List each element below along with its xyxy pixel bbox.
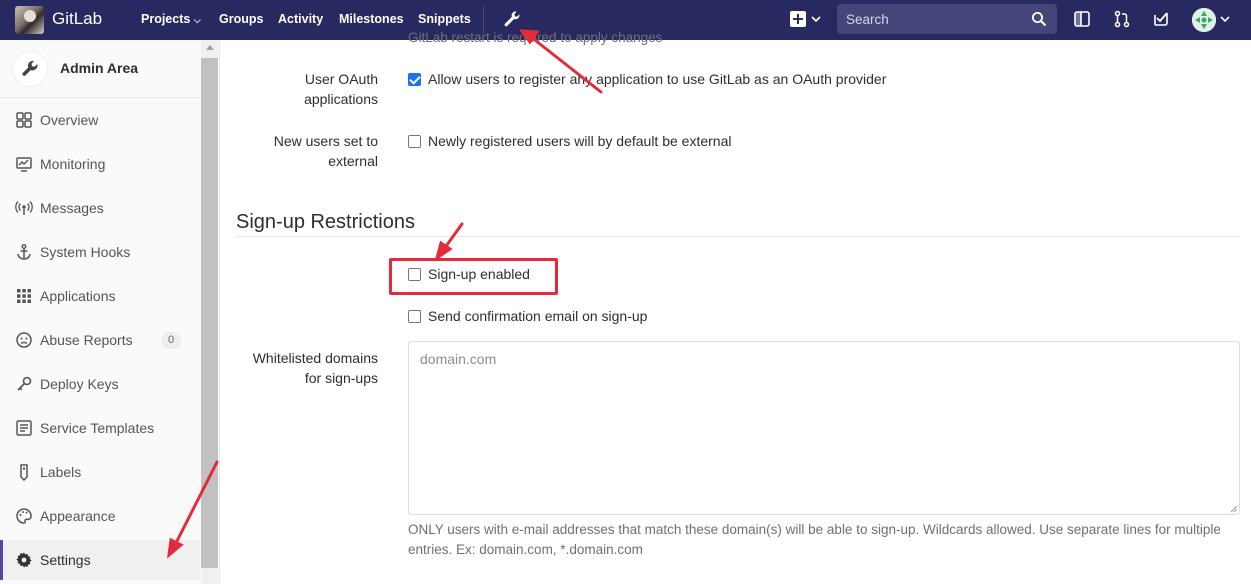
sidebar-item-label: Applications <box>40 288 116 304</box>
whitelist-domains-textarea[interactable] <box>408 341 1240 515</box>
sidebar-item-applications[interactable]: Applications <box>0 276 200 316</box>
oauth-checkbox-row[interactable]: Allow users to register any application … <box>408 69 886 89</box>
section-title: Sign-up Restrictions <box>236 211 415 233</box>
label-line: for sign-ups <box>304 370 378 386</box>
external-checkbox-row[interactable]: Newly registered users will by default b… <box>408 131 731 151</box>
sidebar-item-messages[interactable]: Messages <box>0 188 200 228</box>
nav-activity[interactable]: Activity <box>278 12 323 26</box>
gear-icon <box>16 552 32 568</box>
brand-name[interactable]: GitLab <box>52 9 102 29</box>
merge-requests-icon[interactable] <box>1113 10 1131 28</box>
oauth-checkbox[interactable] <box>408 72 421 86</box>
label-line: User OAuth <box>304 71 378 87</box>
label-line: external <box>328 153 378 169</box>
sidebar-title: Admin Area <box>60 60 139 76</box>
label-icon <box>20 464 28 481</box>
resize-grip-icon[interactable] <box>1229 504 1238 513</box>
new-item-plus-icon[interactable] <box>790 11 806 27</box>
applications-icon <box>17 289 31 303</box>
search-box[interactable] <box>837 4 1057 34</box>
restart-note: GitLab restart is required to apply chan… <box>408 30 663 45</box>
overview-icon <box>16 112 32 128</box>
identicon-icon <box>1192 8 1216 32</box>
sidebar-item-label: Settings <box>40 552 91 568</box>
external-checkbox-label[interactable]: Newly registered users will by default b… <box>428 133 731 149</box>
search-input[interactable] <box>837 4 1027 34</box>
section-divider <box>236 236 1240 237</box>
sidebar-header[interactable]: Admin Area <box>0 40 200 98</box>
user-avatar[interactable] <box>1192 8 1216 32</box>
abuse-reports-count-badge: 0 <box>161 332 181 349</box>
sidebar-toggle-icon[interactable] <box>1073 10 1091 28</box>
sidebar-item-abuse-reports[interactable]: Abuse Reports 0 <box>0 320 200 360</box>
messages-icon <box>15 201 33 215</box>
sidebar-item-label: Service Templates <box>40 420 155 436</box>
oauth-checkbox-label[interactable]: Allow users to register any application … <box>428 71 886 87</box>
key-icon <box>17 376 32 391</box>
oauth-label: User OAuth applications <box>220 69 378 109</box>
sidebar-item-appearance[interactable]: Appearance <box>0 496 200 536</box>
chevron-down-icon[interactable] <box>1220 15 1230 23</box>
nav-groups[interactable]: Groups <box>219 12 263 26</box>
whitelist-label: Whitelisted domains for sign-ups <box>220 348 378 388</box>
todos-icon[interactable] <box>1152 10 1170 28</box>
template-icon <box>16 420 32 436</box>
sidebar-item-labels[interactable]: Labels <box>0 452 200 492</box>
search-icon[interactable] <box>1031 11 1047 27</box>
sidebar-item-label: Abuse Reports <box>40 332 133 348</box>
sidebar-item-label: Monitoring <box>40 156 106 172</box>
admin-sidebar: Admin Area Overview Monitoring Messages … <box>0 40 220 584</box>
label-line: applications <box>304 91 378 107</box>
send-confirmation-checkbox[interactable] <box>408 309 421 323</box>
sidebar-item-label: Labels <box>40 464 82 480</box>
sidebar-item-monitoring[interactable]: Monitoring <box>0 144 200 184</box>
sidebar-item-label: Deploy Keys <box>40 376 119 392</box>
sidebar-item-service-templates[interactable]: Service Templates <box>0 408 200 448</box>
abuse-icon <box>16 332 32 348</box>
user-logo-avatar[interactable] <box>15 6 44 34</box>
scroll-up-arrow-icon[interactable] <box>206 45 214 50</box>
label-line: Whitelisted domains <box>252 350 378 366</box>
nav-projects[interactable]: Projects ⌵ <box>141 12 201 26</box>
sidebar-item-label: Appearance <box>40 508 116 524</box>
nav-milestones[interactable]: Milestones <box>339 12 404 26</box>
admin-avatar <box>12 51 48 87</box>
sidebar-item-settings[interactable]: Settings <box>0 540 200 580</box>
chevron-down-icon: ⌵ <box>193 15 201 25</box>
send-confirmation-row[interactable]: Send confirmation email on sign-up <box>408 306 647 326</box>
settings-content: GitLab restart is required to apply chan… <box>220 30 1251 584</box>
send-confirmation-label[interactable]: Send confirmation email on sign-up <box>428 308 647 324</box>
scrollbar-thumb[interactable] <box>201 58 218 568</box>
nav-divider <box>483 6 484 33</box>
sidebar-item-label: System Hooks <box>40 244 131 260</box>
external-label: New users set to external <box>220 131 378 171</box>
wrench-icon <box>22 60 38 76</box>
sidebar-item-deploy-keys[interactable]: Deploy Keys <box>0 364 200 404</box>
admin-wrench-icon[interactable] <box>502 9 522 29</box>
sidebar-item-label: Messages <box>40 200 104 216</box>
sidebar-item-overview[interactable]: Overview <box>0 100 200 140</box>
palette-icon <box>16 508 32 524</box>
chevron-down-icon[interactable] <box>811 15 821 23</box>
monitoring-icon <box>16 157 32 172</box>
label-line: New users set to <box>273 133 378 149</box>
annotation-highlight-box <box>389 258 558 295</box>
anchor-icon <box>17 244 31 260</box>
sidebar-scrollbar[interactable] <box>201 40 218 584</box>
sidebar-item-label: Overview <box>40 112 99 128</box>
whitelist-help-text: ONLY users with e-mail addresses that ma… <box>408 522 1221 557</box>
external-checkbox[interactable] <box>408 134 421 148</box>
nav-snippets[interactable]: Snippets <box>418 12 471 26</box>
sidebar-item-system-hooks[interactable]: System Hooks <box>0 232 200 272</box>
